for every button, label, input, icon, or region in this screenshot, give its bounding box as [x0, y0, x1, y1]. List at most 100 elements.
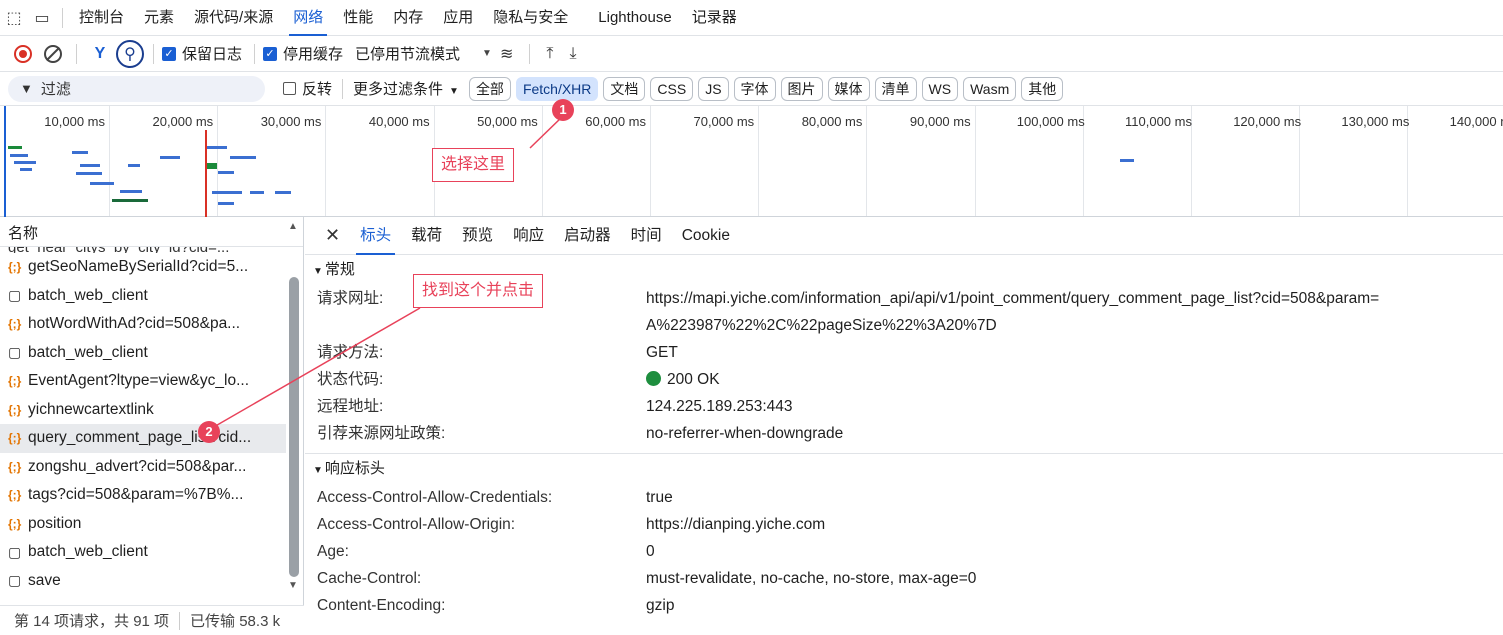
- header-value[interactable]: GET: [646, 339, 678, 366]
- request-row[interactable]: {;} hotWordWithAd?cid=508&pa...: [0, 310, 286, 339]
- network-conditions-icon[interactable]: ≋: [500, 44, 513, 64]
- preserve-log-checkbox[interactable]: ✓ 保留日志: [162, 43, 242, 64]
- disable-cache-checkbox[interactable]: ✓ 停用缓存: [263, 43, 343, 64]
- chip-all[interactable]: 全部: [468, 76, 511, 101]
- tab-memory[interactable]: 内存: [383, 0, 433, 36]
- request-row[interactable]: {;} getSeoNameBySerialId?cid=5...: [0, 253, 286, 282]
- overview-bar: [218, 202, 234, 205]
- header-key: 状态代码:: [317, 371, 384, 388]
- request-row[interactable]: {;} yichnewcartextlink: [0, 396, 286, 425]
- document-icon: ▢: [8, 287, 22, 304]
- tab-network[interactable]: 网络: [283, 0, 333, 36]
- header-value[interactable]: https://mapi.yiche.com/information_api/a…: [646, 285, 1379, 339]
- network-overview[interactable]: 10,000 ms 20,000 ms 30,000 ms 40,000 ms 50,0…: [0, 106, 1503, 217]
- chip-css[interactable]: CSS: [650, 76, 694, 101]
- tab-response[interactable]: 响应: [513, 217, 544, 255]
- chip-other[interactable]: 其他: [1021, 76, 1064, 101]
- overview-tick-label: 60,000 ms: [585, 114, 646, 129]
- chip-doc[interactable]: 文档: [603, 76, 646, 101]
- chip-manifest[interactable]: 清单: [874, 76, 917, 101]
- request-row[interactable]: {;} tags?cid=508&param=%7B%...: [0, 481, 286, 510]
- header-value[interactable]: no-referrer-when-downgrade: [646, 420, 843, 447]
- inspect-element-icon[interactable]: ⬚: [0, 0, 28, 36]
- close-icon[interactable]: ✕: [325, 225, 340, 246]
- chip-js[interactable]: JS: [698, 76, 729, 101]
- scroll-up-icon[interactable]: ▲: [288, 221, 298, 232]
- header-key: Access-Control-Allow-Origin:: [317, 516, 516, 533]
- export-har-icon[interactable]: ⤓: [569, 45, 576, 63]
- request-row[interactable]: ▢ save: [0, 567, 286, 596]
- tab-headers[interactable]: 标头: [356, 217, 396, 255]
- header-key: 请求方法:: [317, 344, 384, 361]
- network-toolbar: Y ⚲ ✓ 保留日志 ✓ 停用缓存 已停用节流模式 ▼ ≋ ⤒ ⤓: [0, 36, 1503, 72]
- chip-wasm[interactable]: Wasm: [963, 76, 1017, 101]
- overview-bar: [1120, 159, 1134, 162]
- header-value[interactable]: 200 OK: [646, 366, 720, 393]
- tab-elements[interactable]: 元素: [134, 0, 184, 36]
- document-icon: ▢: [8, 572, 22, 589]
- header-row-request-method: 请求方法: GET: [305, 339, 1503, 366]
- scrollbar-thumb[interactable]: [289, 277, 299, 577]
- request-row[interactable]: ▢ batch_web_client: [0, 282, 286, 311]
- header-value[interactable]: 124.225.189.253:443: [646, 393, 793, 420]
- header-value[interactable]: 0: [646, 538, 655, 565]
- chip-ws[interactable]: WS: [921, 76, 959, 101]
- invert-checkbox[interactable]: 反转: [283, 78, 332, 99]
- tab-application[interactable]: 应用: [433, 0, 483, 36]
- tab-privacy-security[interactable]: 隐私与安全: [483, 0, 578, 36]
- header-key: Cache-Control:: [317, 570, 422, 587]
- header-row-referrer-policy: 引荐来源网址政策: no-referrer-when-downgrade: [305, 420, 1503, 447]
- triangle-down-icon: ▼: [313, 266, 323, 277]
- chip-fetch-xhr[interactable]: Fetch/XHR: [515, 76, 599, 101]
- filter-input[interactable]: ▼ 过滤: [8, 75, 265, 102]
- request-row[interactable]: {;} zongshu_advert?cid=508&par...: [0, 453, 286, 482]
- request-name: position: [28, 514, 82, 532]
- tab-cookie[interactable]: Cookie: [682, 217, 730, 255]
- request-row[interactable]: ▢ batch_web_client: [0, 538, 286, 567]
- filter-toggle-icon[interactable]: Y: [85, 39, 115, 69]
- load-event-marker: [205, 130, 207, 217]
- clear-button[interactable]: [38, 39, 68, 69]
- scroll-down-icon[interactable]: ▼: [288, 580, 298, 591]
- tab-timing[interactable]: 时间: [631, 217, 662, 255]
- chip-img[interactable]: 图片: [780, 76, 823, 101]
- overview-bar: [160, 156, 180, 159]
- header-value[interactable]: https://dianping.yiche.com: [646, 511, 825, 538]
- request-row[interactable]: ▢ batch_web_client: [0, 339, 286, 368]
- tab-initiator[interactable]: 启动器: [564, 217, 611, 255]
- import-har-icon[interactable]: ⤒: [546, 45, 553, 63]
- overview-bar: [128, 164, 140, 167]
- request-row[interactable]: {;} query_comment_page_list?cid...: [0, 424, 286, 453]
- request-name: yichnewcartextlink: [28, 400, 154, 418]
- request-row[interactable]: {;} position: [0, 510, 286, 539]
- request-list-scrollbar[interactable]: ▲ ▼: [288, 217, 300, 605]
- tab-performance[interactable]: 性能: [333, 0, 383, 36]
- overview-tick-label: 20,000 ms: [152, 114, 214, 129]
- search-button[interactable]: ⚲: [115, 39, 145, 69]
- divider: [529, 43, 531, 64]
- response-headers-section-header[interactable]: ▼ 响应标头: [305, 454, 1503, 484]
- device-toolbar-icon[interactable]: ▭: [28, 0, 56, 36]
- header-value[interactable]: gzip: [646, 592, 674, 619]
- tab-payload[interactable]: 载荷: [411, 217, 442, 255]
- overview-gridline: [109, 106, 110, 216]
- request-row[interactable]: {;} EventAgent?ltype=view&yc_lo...: [0, 367, 286, 396]
- annotation-2-label: 找到这个并点击: [413, 274, 544, 308]
- more-filters-dropdown[interactable]: 更多过滤条件 ▼: [353, 78, 459, 99]
- header-row-remote-address: 远程地址: 124.225.189.253:443: [305, 393, 1503, 420]
- header-value[interactable]: true: [646, 484, 673, 511]
- tab-lighthouse[interactable]: Lighthouse: [588, 0, 681, 36]
- tab-sources[interactable]: 源代码/来源: [184, 0, 283, 36]
- tab-console[interactable]: 控制台: [69, 0, 134, 36]
- tab-recorder[interactable]: 记录器: [682, 0, 747, 36]
- tab-preview[interactable]: 预览: [462, 217, 493, 255]
- filter-icon: ▼: [20, 81, 33, 96]
- url-line-1: https://mapi.yiche.com/information_api/a…: [646, 290, 1380, 307]
- throttling-select[interactable]: 已停用节流模式 ▼: [355, 43, 492, 64]
- divider: [76, 43, 77, 64]
- chip-font[interactable]: 字体: [733, 76, 776, 101]
- chip-media[interactable]: 媒体: [827, 76, 870, 101]
- record-button[interactable]: [8, 39, 38, 69]
- column-header-name[interactable]: 名称: [0, 217, 303, 247]
- header-value[interactable]: must-revalidate, no-cache, no-store, max…: [646, 565, 976, 592]
